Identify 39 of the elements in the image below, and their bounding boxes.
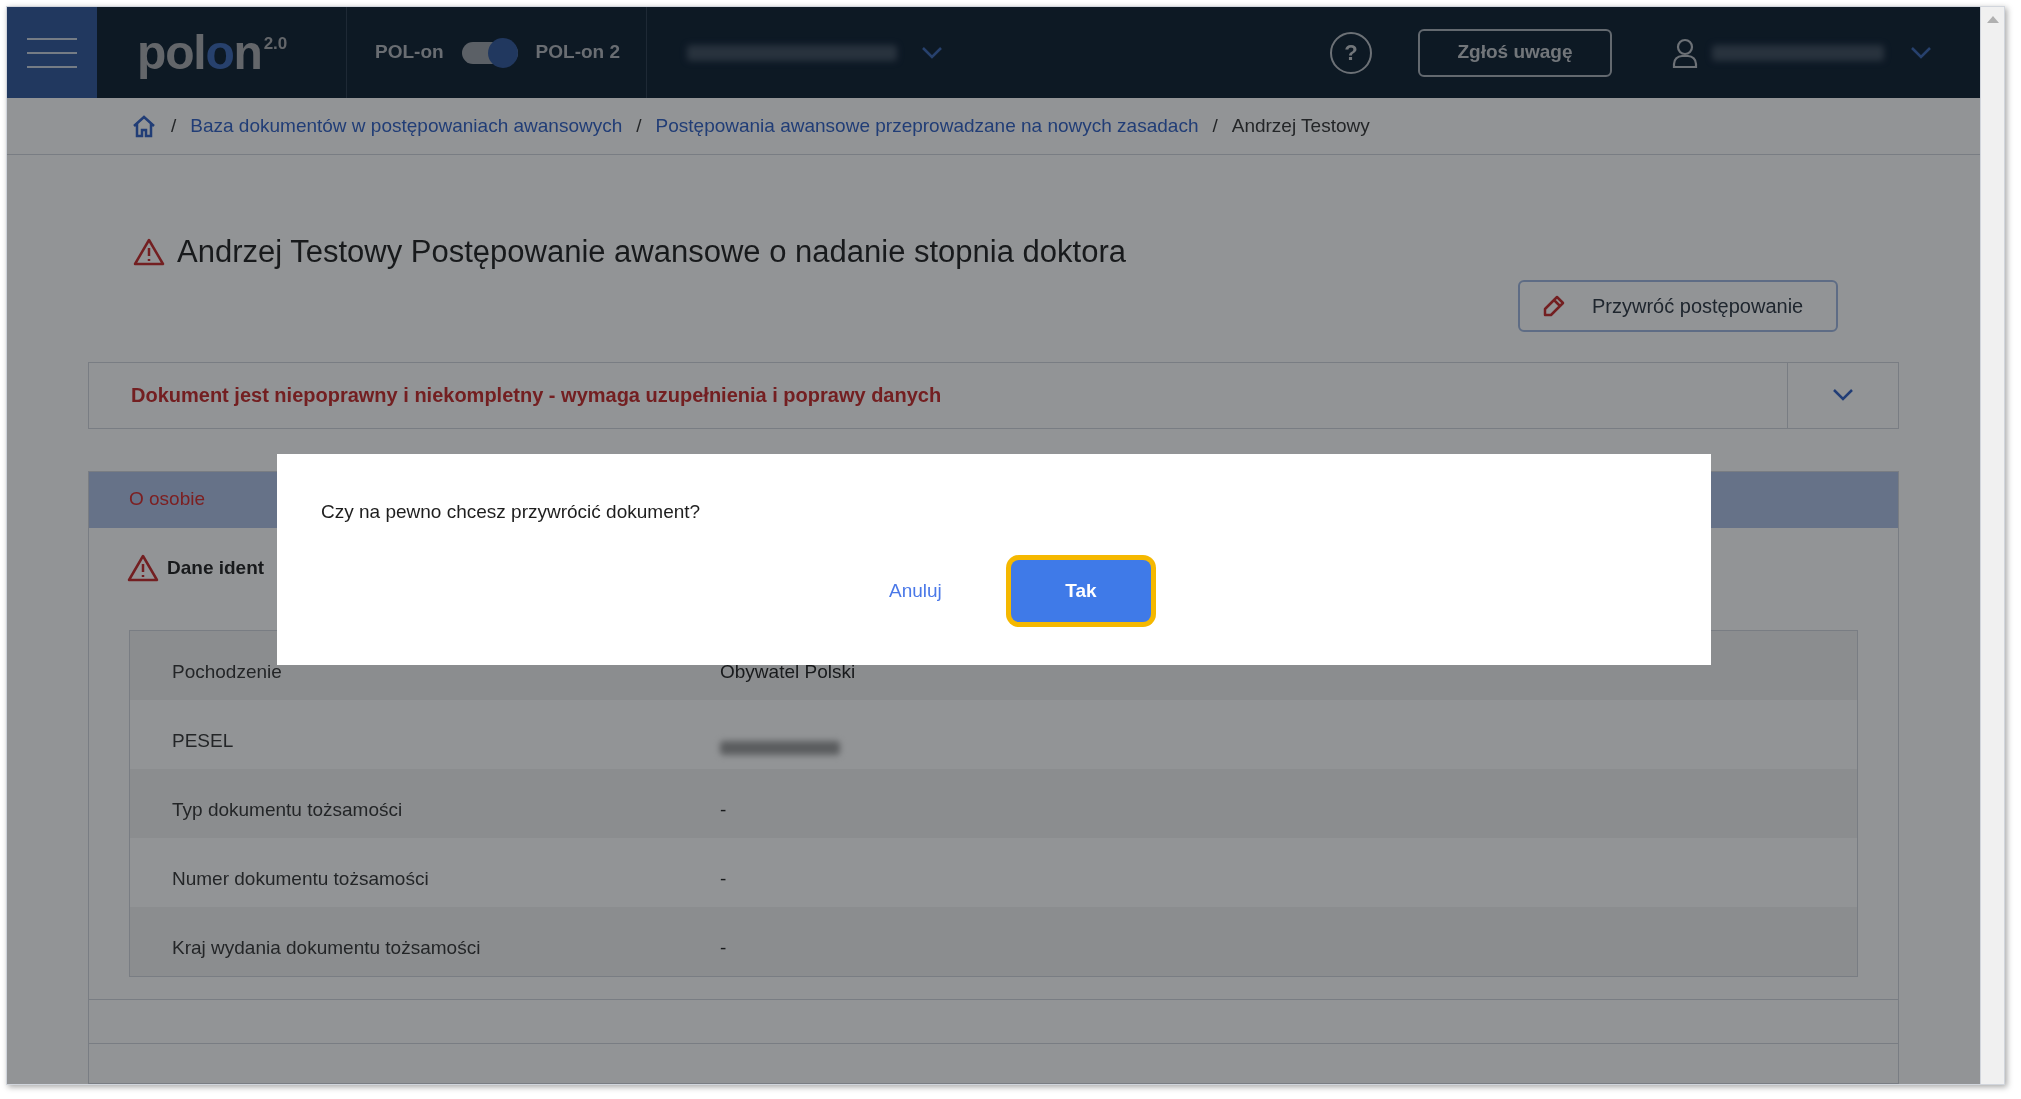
menu-button[interactable] [7,7,97,98]
logo-version: 2.0 [263,33,288,55]
field-value: - [720,797,727,822]
section-tab[interactable]: O osobie [129,485,206,514]
field-value: Obywatel Polski [720,659,856,684]
cancel-button[interactable]: Anuluj [885,574,946,608]
breadcrumb-separator: / [171,113,177,138]
warning-icon [133,238,165,267]
field-value: - [720,866,727,891]
switch-label: POL-on 2 [535,40,621,65]
warning-icon [127,553,159,582]
field-label: Typ dokumentu tożsamości [171,797,404,822]
home-icon[interactable] [131,114,157,138]
switch-label: POL-on [375,40,444,65]
section-heading: Dane ident [167,555,265,580]
breadcrumb-separator: / [636,113,642,138]
restore-button[interactable]: Przywróć postępowanie [1518,279,1838,332]
field-label: Kraj wydania dokumentu tożsamości [171,935,482,960]
help-button[interactable]: ? [1330,31,1372,74]
chevron-down-icon[interactable] [921,45,943,60]
pencil-icon [1542,293,1566,318]
page-title: Andrzej Testowy Postępowanie awansowe o nadanie stopnia doktora [177,233,1126,271]
field-label: PESEL [171,728,235,753]
field-label: Numer dokumentu tożsamości [171,866,430,891]
report-button[interactable]: Zgłoś uwagę [1418,28,1612,77]
scroll-up-icon [1986,15,1999,23]
chevron-down-icon[interactable] [1910,45,1932,60]
chevron-down-icon [1832,388,1854,402]
breadcrumb-separator: / [1212,113,1218,138]
field-value: - [720,935,727,960]
breadcrumb-current: Andrzej Testowy [1231,113,1370,138]
dialog-message: Czy na pewno chcesz przywrócić dokument? [321,500,701,524]
user-icon[interactable] [1672,37,1698,68]
alert-message: Dokument jest niepoprawny i niekompletny - wymaga uzupełnienia i poprawy danych [130,383,943,408]
scrollbar[interactable] [1980,7,2004,1084]
breadcrumb-link[interactable]: Baza dokumentów w postępowaniach awansowych [190,111,623,141]
field-label: Pochodzenie [171,659,283,684]
logo[interactable]: polon [137,28,262,77]
breadcrumb-link[interactable]: Postępowania awansowe przeprowadzane na nowych zasadach [655,111,1199,141]
